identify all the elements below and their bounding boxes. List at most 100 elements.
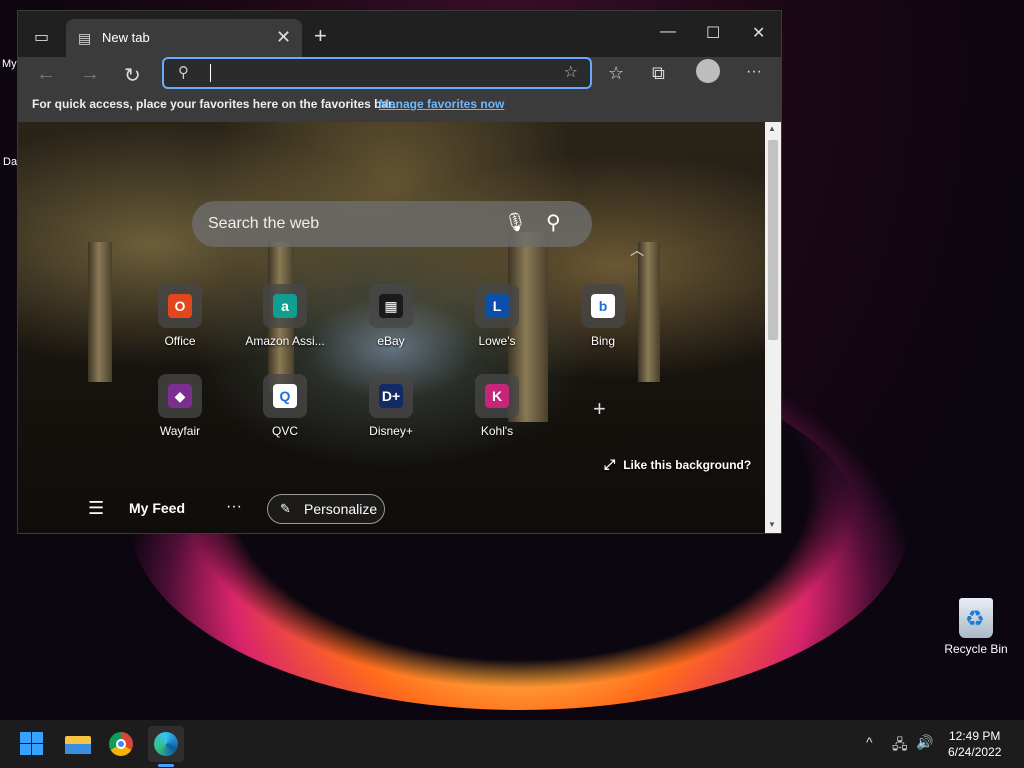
quick-link-icon-box: b — [581, 284, 625, 328]
quick-link-label: Amazon Assi... — [245, 334, 325, 348]
close-window-button[interactable]: ✕ — [752, 23, 765, 43]
quick-link-label: Office — [164, 334, 196, 348]
favorites-icon[interactable]: ☆ — [608, 63, 624, 84]
desktop-icon-label-partial-2[interactable]: Da — [3, 156, 17, 168]
bing-icon: b — [591, 294, 615, 318]
pencil-icon: ✎ — [280, 501, 291, 516]
navigation-toolbar: ← → ↻ ⚲ ☆ ☆ ⧉ ··· — [18, 57, 781, 97]
recycle-bin-icon — [959, 598, 993, 638]
my-feed-tab[interactable]: My Feed — [129, 500, 185, 516]
recycle-bin-label: Recycle Bin — [944, 642, 1008, 656]
quick-link-icon-box: Q — [263, 374, 307, 418]
clock-date: 6/24/2022 — [948, 745, 1002, 759]
settings-more-button[interactable]: ··· — [746, 63, 762, 81]
collapse-chevron-up-icon[interactable]: ︿ — [630, 240, 644, 260]
recycle-bin[interactable]: Recycle Bin — [942, 598, 1010, 656]
forward-button[interactable]: → — [80, 63, 100, 86]
address-input[interactable] — [212, 61, 516, 85]
desktop-icon-label-partial[interactable]: My — [2, 58, 17, 70]
quick-link-tile[interactable]: D+ Disney+ — [346, 374, 436, 438]
favorites-bar: For quick access, place your favorites h… — [18, 97, 781, 122]
add-quick-link-button[interactable]: + — [593, 396, 606, 422]
quick-link-icon-box: ▦ — [369, 284, 413, 328]
edge-browser-window: ▭ ▤ New tab ✕ + — ☐ ✕ ← → ↻ ⚲ ☆ ☆ ⧉ ··· … — [17, 10, 782, 534]
tab-title: New tab — [102, 30, 150, 45]
quick-link-icon-box: O — [158, 284, 202, 328]
start-button[interactable] — [18, 728, 50, 760]
quick-link-icon-box: L — [475, 284, 519, 328]
page-scrollbar[interactable]: ▲ ▼ — [765, 122, 781, 533]
like-background-text: Like this background? — [623, 458, 752, 472]
scroll-down-arrow-icon[interactable]: ▼ — [768, 520, 776, 529]
network-icon[interactable]: 🖧 — [892, 734, 908, 758]
quick-link-tile[interactable]: ◆ Wayfair — [135, 374, 225, 438]
volume-icon[interactable]: 🔊 — [916, 734, 933, 751]
text-caret — [210, 64, 211, 82]
add-favorite-icon[interactable]: ☆ — [564, 62, 578, 82]
quick-link-tile[interactable]: a Amazon Assi... — [240, 284, 330, 348]
taskbar: ^ 🖧 🔊 12:49 PM 6/24/2022 — [0, 720, 1024, 768]
search-icon[interactable]: ⚲ — [546, 210, 561, 235]
personalize-label: Personalize — [304, 501, 378, 517]
active-app-indicator — [158, 764, 174, 767]
quick-link-label: Lowe's — [478, 334, 516, 348]
like-background-link[interactable]: ⤢ Like this background? — [604, 456, 751, 473]
favorites-bar-message: For quick access, place your favorites h… — [32, 97, 396, 111]
quick-link-icon-box: K — [475, 374, 519, 418]
search-placeholder: Search the web — [208, 215, 320, 232]
minimize-button[interactable]: — — [660, 23, 676, 41]
collections-icon[interactable]: ⧉ — [652, 63, 665, 84]
quick-link-label: Wayfair — [159, 424, 201, 438]
new-tab-page-icon: ▤ — [78, 30, 92, 46]
quick-link-label: Kohl's — [480, 424, 514, 438]
scroll-up-arrow-icon[interactable]: ▲ — [768, 124, 776, 133]
quick-link-tile[interactable]: b Bing — [558, 284, 648, 348]
office-icon: O — [168, 294, 192, 318]
microphone-icon[interactable]: 🎙 — [504, 212, 527, 233]
disney-icon: D+ — [379, 384, 403, 408]
new-tab-page: Search the web 🎙 ⚲ ︿ O Office a Amazon Assi… — [18, 122, 765, 533]
personalize-button[interactable]: ✎ Personalize — [267, 494, 385, 524]
background-pillar — [88, 242, 112, 382]
show-hidden-icons-chevron[interactable]: ^ — [866, 734, 873, 750]
system-clock[interactable]: 12:49 PM 6/24/2022 — [948, 728, 1001, 760]
expand-icon: ⤢ — [604, 456, 616, 472]
feed-bar: ☰ My Feed ··· ✎ Personalize — [18, 492, 765, 533]
quick-link-tile[interactable]: K Kohl's — [452, 374, 542, 438]
quick-link-label: Disney+ — [369, 424, 413, 438]
profile-avatar[interactable] — [696, 59, 720, 89]
clock-time: 12:49 PM — [949, 729, 1001, 743]
web-search-box[interactable]: Search the web 🎙 ⚲ — [192, 201, 592, 247]
file-explorer-icon[interactable] — [62, 728, 94, 760]
ebay-icon: ▦ — [379, 294, 403, 318]
quick-link-tile[interactable]: L Lowe's — [452, 284, 542, 348]
quick-link-tile[interactable]: Q QVC — [240, 374, 330, 438]
tab-actions-icon[interactable]: ▭ — [34, 27, 49, 47]
hamburger-menu-icon[interactable]: ☰ — [88, 498, 104, 519]
wayfair-icon: ◆ — [168, 384, 192, 408]
feed-more-button[interactable]: ··· — [226, 498, 242, 516]
quick-link-icon-box: ◆ — [158, 374, 202, 418]
search-icon: ⚲ — [178, 64, 189, 81]
new-tab-button[interactable]: + — [314, 23, 327, 49]
kohls-icon: K — [485, 384, 509, 408]
manage-favorites-link[interactable]: Manage favorites now — [379, 97, 504, 111]
tab-close-icon[interactable]: ✕ — [276, 27, 291, 48]
chrome-icon[interactable] — [106, 728, 138, 760]
quick-link-tile[interactable]: ▦ eBay — [346, 284, 436, 348]
amazon-icon: a — [273, 294, 297, 318]
address-bar[interactable]: ⚲ ☆ — [162, 57, 592, 89]
back-button[interactable]: ← — [36, 63, 56, 86]
qvc-icon: Q — [273, 384, 297, 408]
quick-link-label: QVC — [271, 424, 298, 438]
scrollbar-thumb[interactable] — [768, 140, 778, 340]
maximize-button[interactable]: ☐ — [706, 23, 720, 43]
quick-link-icon-box: a — [263, 284, 307, 328]
quick-link-tile[interactable]: O Office — [135, 284, 225, 348]
lowes-icon: L — [485, 294, 509, 318]
edge-icon[interactable] — [148, 726, 184, 762]
tab-strip: ▭ ▤ New tab ✕ + — ☐ ✕ — [18, 11, 781, 57]
tab-new-tab[interactable]: ▤ New tab ✕ — [66, 19, 302, 57]
refresh-button[interactable]: ↻ — [124, 63, 141, 88]
quick-link-label: Bing — [590, 334, 616, 348]
